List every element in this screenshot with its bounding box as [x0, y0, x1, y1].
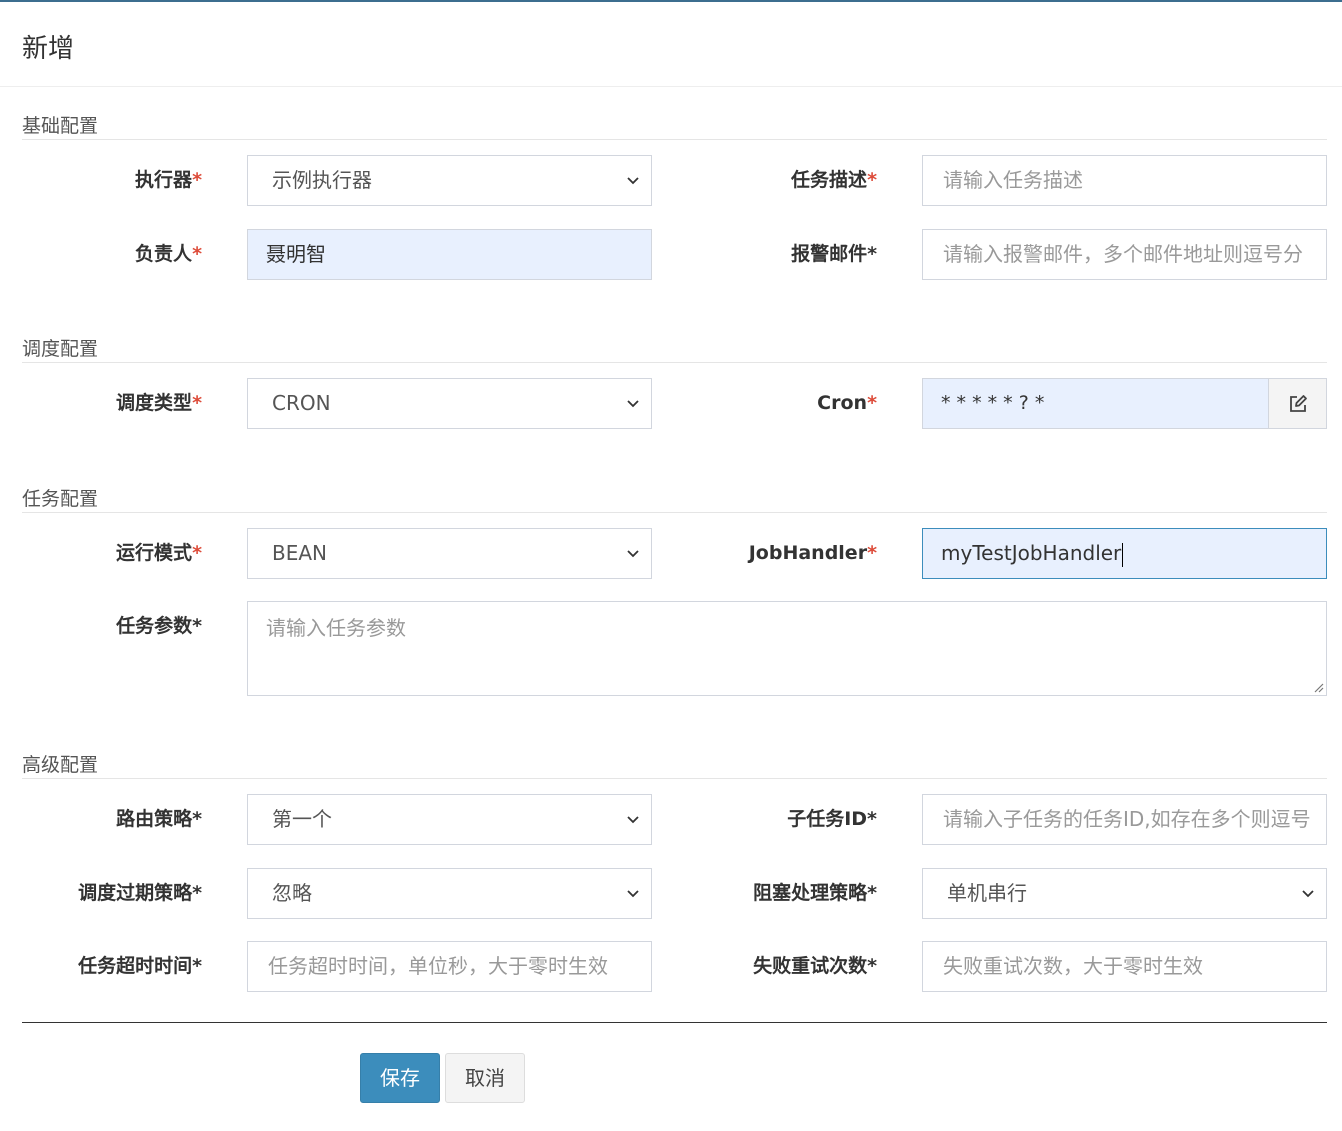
- chevron-down-icon: [1302, 890, 1314, 898]
- chevron-down-icon: [627, 890, 639, 898]
- section-divider: [22, 778, 1327, 779]
- child-job-id-placeholder: 请输入子任务的任务ID,如存在多个则逗号: [943, 807, 1311, 831]
- block-strategy-label: 阻塞处理策略*: [753, 882, 877, 904]
- section-title-job: 任务配置: [22, 488, 99, 510]
- author-label: 负责人*: [135, 243, 202, 265]
- job-param-label: 任务参数*: [116, 615, 202, 637]
- alarm-email-input[interactable]: 请输入报警邮件，多个邮件地址则逗号分: [922, 229, 1327, 280]
- section-divider: [22, 362, 1327, 363]
- glue-type-label: 运行模式*: [116, 542, 202, 564]
- section-divider: [22, 139, 1327, 140]
- modal-header: 新增: [0, 2, 1342, 87]
- misfire-strategy-select[interactable]: 忽略: [247, 868, 652, 919]
- route-strategy-select[interactable]: 第一个: [247, 794, 652, 845]
- cron-label: Cron*: [817, 392, 877, 414]
- resize-grip-icon[interactable]: [1312, 681, 1324, 693]
- alarm-email-placeholder: 请输入报警邮件，多个邮件地址则逗号分: [943, 242, 1303, 266]
- cron-input-value: * * * * * ? *: [941, 392, 1045, 414]
- block-strategy-select[interactable]: 单机串行: [922, 868, 1327, 919]
- route-strategy-select-value: 第一个: [272, 807, 332, 831]
- cron-input[interactable]: * * * * * ? *: [922, 378, 1269, 429]
- misfire-strategy-label: 调度过期策略*: [78, 882, 202, 904]
- fail-retry-input[interactable]: 失败重试次数，大于零时生效: [922, 941, 1327, 992]
- form-footer-divider: [22, 1022, 1327, 1023]
- timeout-label: 任务超时时间*: [78, 955, 202, 977]
- executor-select-value: 示例执行器: [272, 168, 372, 192]
- chevron-down-icon: [627, 400, 639, 408]
- job-param-placeholder: 请输入任务参数: [266, 616, 406, 640]
- job-param-textarea[interactable]: 请输入任务参数: [247, 601, 1327, 696]
- edit-icon: [1290, 395, 1307, 412]
- chevron-down-icon: [627, 816, 639, 824]
- timeout-placeholder: 任务超时时间，单位秒，大于零时生效: [268, 954, 608, 978]
- fail-retry-placeholder: 失败重试次数，大于零时生效: [943, 954, 1203, 978]
- child-job-id-label: 子任务ID*: [787, 808, 877, 830]
- save-button[interactable]: 保存: [360, 1053, 440, 1103]
- section-title-schedule: 调度配置: [22, 338, 99, 360]
- timeout-input[interactable]: 任务超时时间，单位秒，大于零时生效: [247, 941, 652, 992]
- glue-type-select[interactable]: BEAN: [247, 528, 652, 579]
- job-desc-label: 任务描述*: [791, 169, 877, 191]
- glue-type-select-value: BEAN: [272, 541, 327, 565]
- job-handler-input[interactable]: myTestJobHandler: [922, 528, 1327, 579]
- executor-select[interactable]: 示例执行器: [247, 155, 652, 206]
- text-caret: [1122, 542, 1124, 567]
- schedule-type-select-value: CRON: [272, 391, 331, 415]
- section-title-basic: 基础配置: [22, 115, 99, 137]
- job-handler-input-value: myTestJobHandler: [941, 541, 1122, 565]
- schedule-type-select[interactable]: CRON: [247, 378, 652, 429]
- alarm-email-label: 报警邮件*: [791, 243, 877, 265]
- executor-label: 执行器*: [135, 169, 202, 191]
- route-strategy-label: 路由策略*: [116, 808, 202, 830]
- job-handler-label: JobHandler*: [748, 542, 877, 564]
- schedule-type-label: 调度类型*: [116, 392, 202, 414]
- chevron-down-icon: [627, 550, 639, 558]
- fail-retry-label: 失败重试次数*: [753, 955, 877, 977]
- block-strategy-select-value: 单机串行: [947, 881, 1027, 905]
- job-desc-input[interactable]: 请输入任务描述: [922, 155, 1327, 206]
- author-input[interactable]: 聂明智: [247, 229, 652, 280]
- misfire-strategy-select-value: 忽略: [272, 881, 312, 905]
- modal-title: 新增: [22, 34, 75, 64]
- child-job-id-input[interactable]: 请输入子任务的任务ID,如存在多个则逗号: [922, 794, 1327, 845]
- cron-edit-button[interactable]: [1268, 378, 1327, 429]
- cancel-button[interactable]: 取消: [445, 1053, 525, 1103]
- section-title-advanced: 高级配置: [22, 754, 99, 776]
- section-divider: [22, 512, 1327, 513]
- chevron-down-icon: [627, 177, 639, 185]
- author-input-value: 聂明智: [266, 242, 326, 266]
- job-desc-placeholder: 请输入任务描述: [943, 168, 1083, 192]
